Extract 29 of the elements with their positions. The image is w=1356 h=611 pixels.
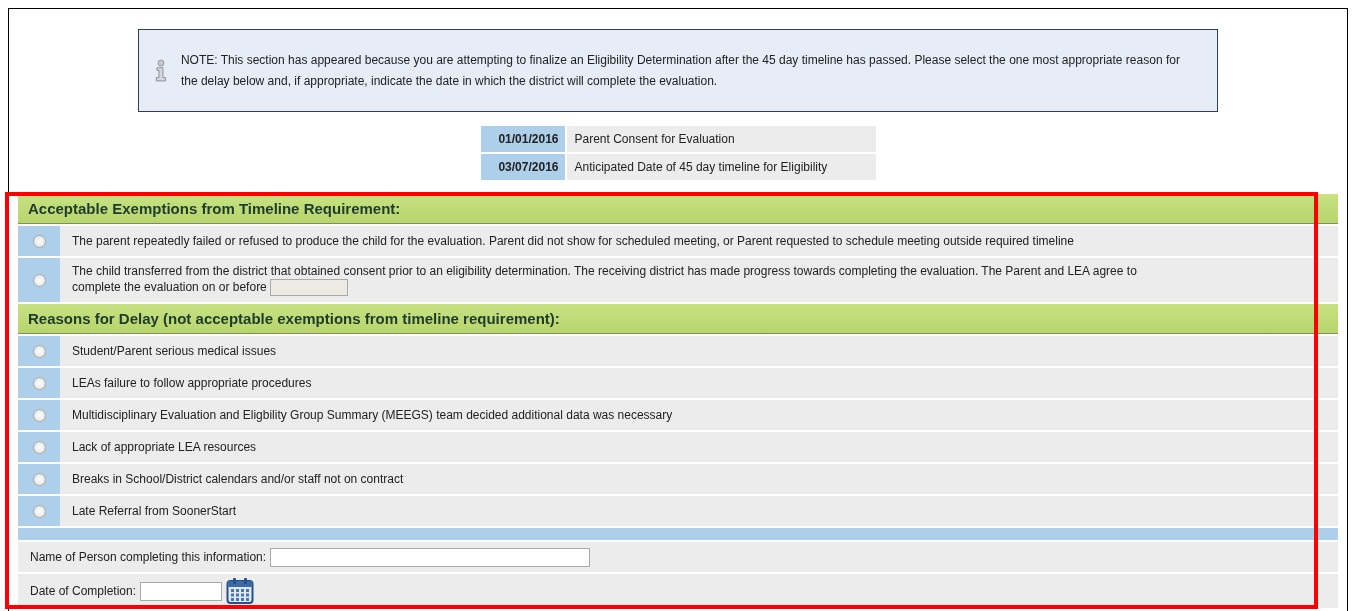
date-input-field[interactable] xyxy=(140,581,223,601)
name-input-field[interactable] xyxy=(270,547,591,567)
date-label: Anticipated Date of 45 day timeline for Eligibility xyxy=(566,154,876,180)
radio-button[interactable] xyxy=(32,234,46,248)
section-header: Reasons for Delay (not acceptable exemptions from timeline requirement): xyxy=(18,304,1338,334)
option-text: Lack of appropriate LEA resources xyxy=(71,438,258,456)
radio-button[interactable] xyxy=(32,472,46,486)
date-cell: 01/01/2016 xyxy=(480,126,565,152)
date-cell: 03/07/2016 xyxy=(480,154,565,180)
radio-button[interactable] xyxy=(32,273,46,287)
section-header: Acceptable Exemptions from Timeline Requirement: xyxy=(18,194,1338,224)
option-text: LEAs failure to follow appropriate procedures xyxy=(71,374,313,392)
field-label: Date of Completion: xyxy=(30,584,137,598)
calendar-icon[interactable] xyxy=(226,577,255,605)
radio-button[interactable] xyxy=(32,408,46,422)
radio-button[interactable] xyxy=(32,504,46,518)
option-text: Breaks in School/District calendars and/or staff not on contract xyxy=(71,470,405,488)
option-text: Multidisciplinary Evaluation and Eligbility Group Summary (MEEGS) team decided additional data was necessary xyxy=(71,406,674,424)
radio-button[interactable] xyxy=(32,376,46,390)
option-text: complete the evaluation on or before xyxy=(72,280,267,295)
option-text: Late Referral from SoonerStart xyxy=(71,502,238,520)
option-text: Student/Parent serious medical issues xyxy=(71,342,278,360)
date-label: Parent Consent for Evaluation xyxy=(566,126,876,152)
option-text: The child transferred from the district that obtained consent prior to an eligibility determination. The receiving district has made progress towards completing the evaluation. The Parent and LEA agree to xyxy=(72,264,1137,279)
radio-button[interactable] xyxy=(32,344,46,358)
field-label: Name of Person completing this information: xyxy=(30,550,267,564)
note-text: NOTE: This section has appeared because you are attempting to finalize an Eligibility Determination after the 45 day timeline has passed. Please select the one most appropriate reason for the delay below and, if appropriate, indicate the date in which the district will complete the evaluation. xyxy=(180,51,1181,90)
radio-button[interactable] xyxy=(32,440,46,454)
option-text: The parent repeatedly failed or refused to produce the child for the evaluation. Parent did not show for scheduled meeting, or Parent requested to schedule meeting outside required timeline xyxy=(71,232,1075,250)
